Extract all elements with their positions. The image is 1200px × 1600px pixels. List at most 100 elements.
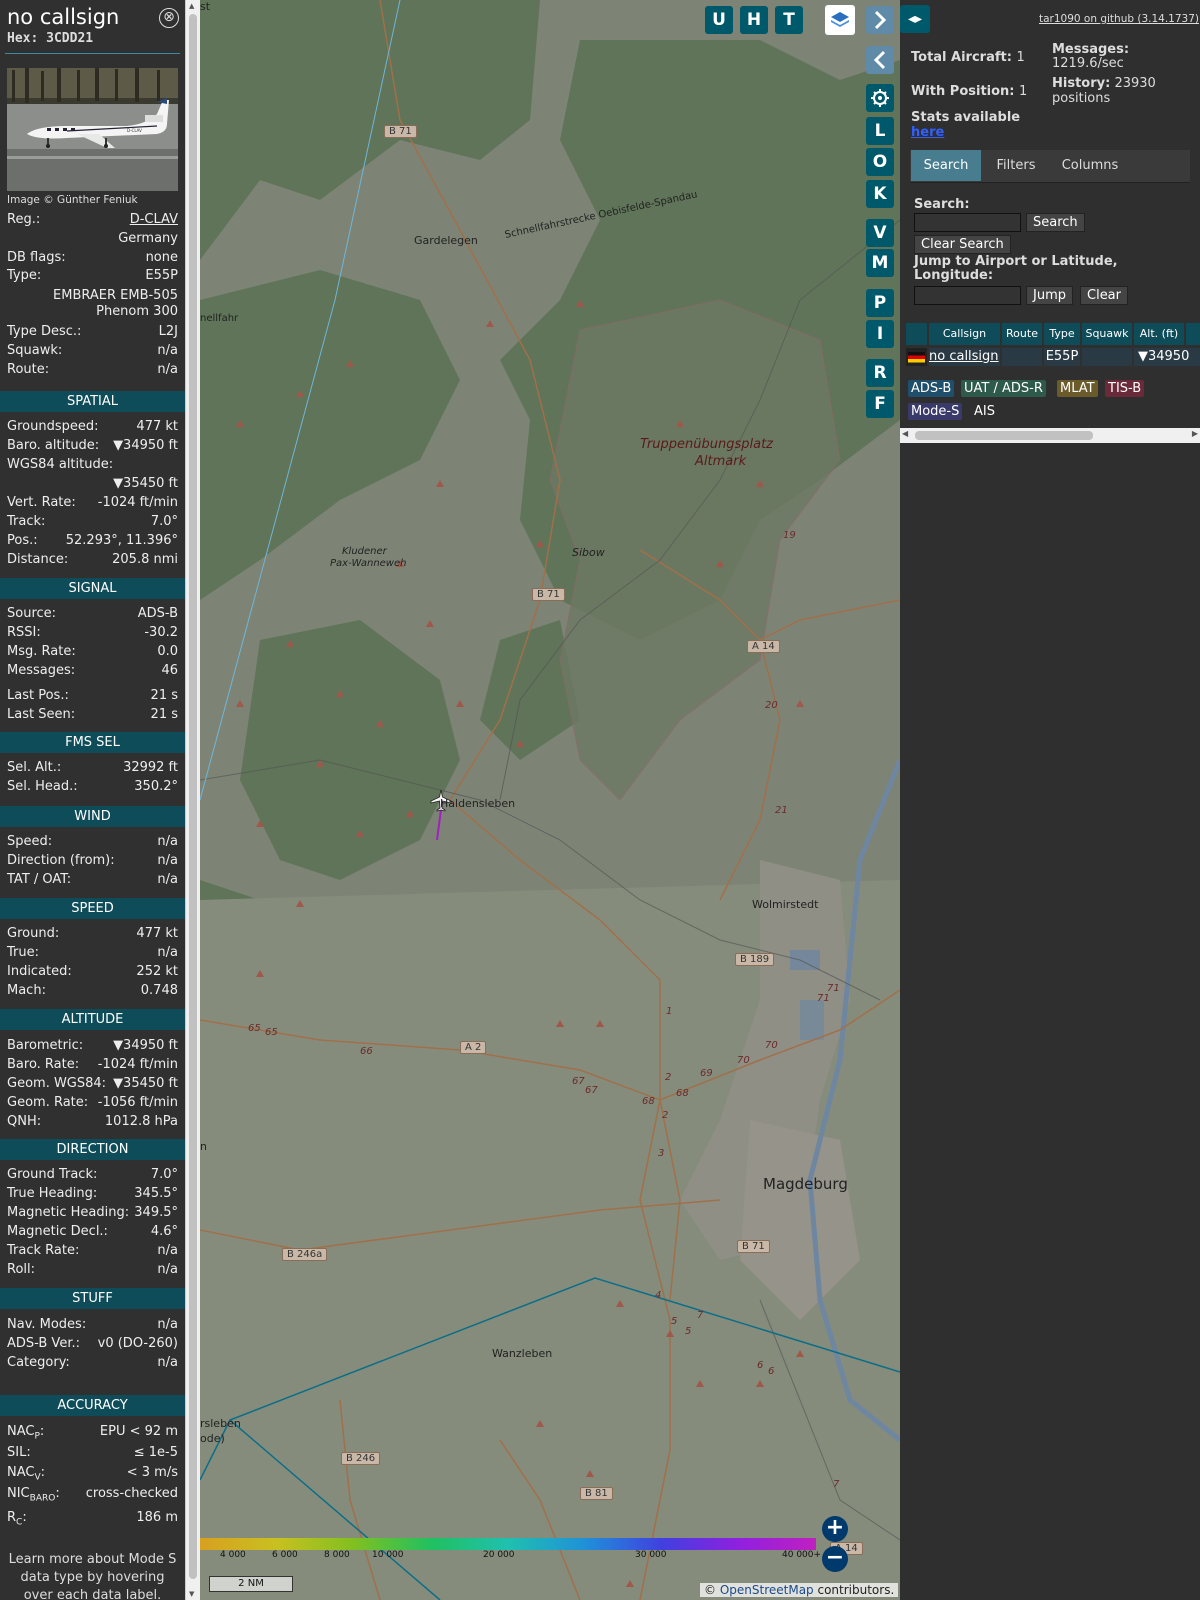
town-label: ode) <box>200 1432 225 1445</box>
nacv-row: NACV: < 3 m/s <box>7 1465 178 1484</box>
table-header-callsign[interactable]: Callsign <box>929 323 1000 345</box>
toggle-t-button[interactable]: T <box>775 6 803 34</box>
jump-button[interactable]: Jump <box>1026 286 1073 305</box>
tat-value: n/a <box>157 872 178 887</box>
section-spatial: SPATIAL <box>0 391 185 412</box>
toggle-v-button[interactable]: V <box>866 219 894 247</box>
osm-link[interactable]: OpenStreetMap <box>720 1583 814 1597</box>
typedesc-label: Type Desc.: <box>7 324 82 339</box>
badge-ais[interactable]: AIS <box>971 403 998 420</box>
toggle-l-button[interactable]: L <box>866 117 894 145</box>
badge-uat-adsr[interactable]: UAT / ADS-R <box>961 380 1046 397</box>
geom-rate-value: -1056 ft/min <box>97 1095 178 1110</box>
vrate-row: Vert. Rate: -1024 ft/min <box>7 495 178 514</box>
type-label: Type: <box>7 268 42 283</box>
toggle-p-button[interactable]: P <box>866 289 894 317</box>
altitude-tick-label: 6 000 <box>272 1550 298 1560</box>
badge-modes[interactable]: Mode-S <box>908 403 963 420</box>
selhead-row: Sel. Head.: 350.2° <box>7 779 178 798</box>
aircraft-photo[interactable]: D-CLAV <box>7 68 178 191</box>
groundspeed-value: 477 kt <box>136 419 178 434</box>
town-label: Wanzleben <box>492 1347 553 1360</box>
clear-search-button[interactable]: Clear Search <box>914 235 1011 254</box>
ind-speed-row: Indicated: 252 kt <box>7 964 178 983</box>
road-label: B 71 <box>532 588 565 601</box>
ground-speed-value: 477 kt <box>136 926 178 941</box>
jump-label: Jump to Airport or Latitude, Longitude: <box>914 254 1118 283</box>
exit-label: 6 <box>768 1366 775 1377</box>
search-label: Search: <box>914 197 970 212</box>
row-altitude: ▼34950 <box>1134 348 1200 366</box>
panel-scrollbar[interactable]: ▲ ▼ <box>185 0 200 1600</box>
ind-speed-value: 252 kt <box>136 964 178 979</box>
map-view[interactable]: B 71 Gardelegen Schnellfahrstrecke Oebis… <box>200 0 900 1600</box>
scroll-right-arrow-icon[interactable]: ▶ <box>1192 429 1198 438</box>
badge-mlat[interactable]: MLAT <box>1057 380 1098 397</box>
scroll-up-arrow-icon[interactable]: ▲ <box>189 2 194 10</box>
qnh-label: QNH: <box>7 1114 42 1129</box>
baro-rate-value: -1024 ft/min <box>97 1057 178 1072</box>
zoom-out-button[interactable]: − <box>822 1546 848 1572</box>
table-header-route[interactable]: Route <box>1002 323 1042 345</box>
toggle-f-button[interactable]: F <box>866 390 894 418</box>
barometric-value: ▼34950 ft <box>113 1038 178 1053</box>
tab-columns[interactable]: Columns <box>1051 150 1129 181</box>
trate-value: n/a <box>157 1243 178 1258</box>
collapse-sidebar-button[interactable] <box>866 46 894 74</box>
squawk-row: Squawk: n/a <box>7 343 178 362</box>
source-value: ADS-B <box>137 606 178 621</box>
mdecl-row: Magnetic Decl.: 4.6° <box>7 1224 178 1243</box>
jump-input[interactable] <box>914 286 1021 305</box>
scrollbar-thumb[interactable] <box>189 14 197 1579</box>
gear-icon <box>871 89 889 107</box>
search-button[interactable]: Search <box>1026 213 1085 232</box>
table-header-altitude[interactable]: Alt. (ft) <box>1134 323 1184 345</box>
wgs-alt-label: WGS84 altitude: <box>7 457 114 472</box>
tab-search[interactable]: Search <box>911 150 981 181</box>
typedesc-row: Type Desc.: L2J <box>7 324 178 343</box>
badge-tisb[interactable]: TIS-B <box>1105 380 1145 397</box>
resize-sidebar-button[interactable]: ◂▸ <box>900 5 930 33</box>
table-header-type[interactable]: Type <box>1044 323 1080 345</box>
geom-row: Geom. WGS84: ▼35450 ft <box>7 1076 178 1095</box>
ind-speed-label: Indicated: <box>7 964 72 979</box>
exit-label: 71 <box>817 993 830 1004</box>
baro-alt-row: Baro. altitude: ▼34950 ft <box>7 438 178 457</box>
version-link[interactable]: tar1090 on github (3.14.1737) <box>1039 13 1199 25</box>
badge-adsb[interactable]: ADS-B <box>908 380 955 397</box>
close-icon[interactable]: ⊗ <box>159 8 179 28</box>
toggle-i-button[interactable]: I <box>866 320 894 348</box>
source-label: Source: <box>7 606 57 621</box>
toggle-h-button[interactable]: H <box>740 6 768 34</box>
toggle-r-button[interactable]: R <box>866 359 894 387</box>
exit-label: 21 <box>775 805 788 816</box>
scroll-left-arrow-icon[interactable]: ◀ <box>902 429 908 438</box>
scroll-down-arrow-icon[interactable]: ▼ <box>189 1590 194 1598</box>
toggle-o-button[interactable]: O <box>866 148 894 176</box>
reg-link[interactable]: D-CLAV <box>130 212 178 231</box>
search-input[interactable] <box>914 213 1021 232</box>
table-horizontal-scrollbar[interactable]: ◀ ▶ <box>900 428 1200 443</box>
row-callsign[interactable]: no callsign <box>929 348 1000 366</box>
settings-button[interactable] <box>866 84 894 112</box>
altitude-tick-label: 20 000 <box>483 1550 515 1560</box>
exit-label: 69 <box>700 1068 713 1079</box>
table-header-squawk[interactable]: Squawk <box>1082 323 1132 345</box>
toggle-k-button[interactable]: K <box>866 180 894 208</box>
layers-button[interactable] <box>825 5 855 35</box>
stats-link[interactable]: here <box>911 125 944 140</box>
toggle-m-button[interactable]: M <box>866 249 894 277</box>
tab-filters[interactable]: Filters <box>986 150 1046 181</box>
zoom-in-button[interactable]: + <box>822 1516 848 1542</box>
geom-rate-label: Geom. Rate: <box>7 1095 89 1110</box>
scrollbar-thumb[interactable] <box>915 431 1093 440</box>
exit-label: 70 <box>737 1055 750 1066</box>
rssi-value: -30.2 <box>144 625 178 640</box>
toggle-u-button[interactable]: U <box>705 6 733 34</box>
squawk-value: n/a <box>157 343 178 358</box>
type-value: E55P <box>145 268 178 283</box>
wind-speed-label: Speed: <box>7 834 53 849</box>
clear-jump-button[interactable]: Clear <box>1080 286 1128 305</box>
expand-sidebar-button[interactable] <box>866 6 894 34</box>
exit-label: 70 <box>765 1040 778 1051</box>
